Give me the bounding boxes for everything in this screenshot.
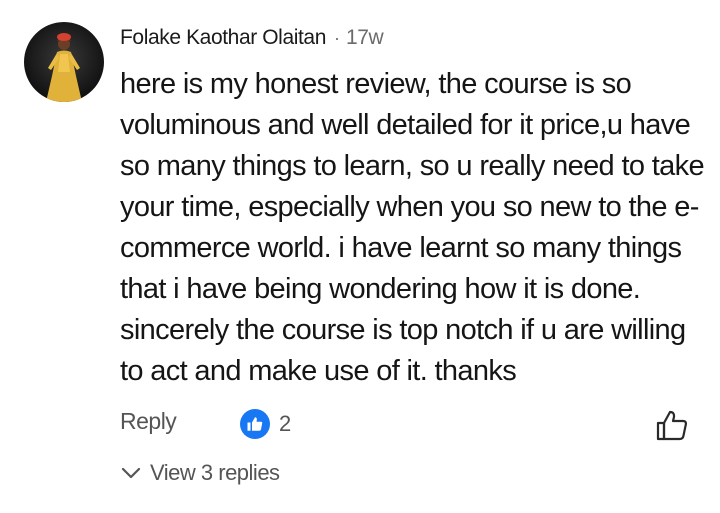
- chevron-down-icon: [120, 462, 142, 484]
- reaction-summary[interactable]: 2: [240, 409, 291, 439]
- comment: Folake Kaothar Olaitan · 17w here is my …: [0, 0, 720, 513]
- avatar[interactable]: [24, 22, 104, 102]
- comment-header: Folake Kaothar Olaitan · 17w: [120, 24, 384, 52]
- comment-actions: Reply 2: [120, 404, 690, 444]
- comment-text: here is my honest review, the course is …: [120, 68, 705, 387]
- view-replies-label: View 3 replies: [150, 460, 280, 485]
- like-count: 2: [279, 411, 292, 436]
- thumbs-up-outline-icon[interactable]: [655, 408, 689, 442]
- reply-button[interactable]: Reply: [120, 408, 177, 435]
- view-replies-button[interactable]: View 3 replies: [120, 460, 280, 486]
- thumbs-up-badge-icon: [240, 409, 270, 439]
- avatar-image: [24, 22, 104, 102]
- author-name[interactable]: Folake Kaothar Olaitan: [120, 26, 326, 50]
- separator-dot: ·: [334, 27, 340, 48]
- timestamp[interactable]: 17w: [346, 26, 384, 50]
